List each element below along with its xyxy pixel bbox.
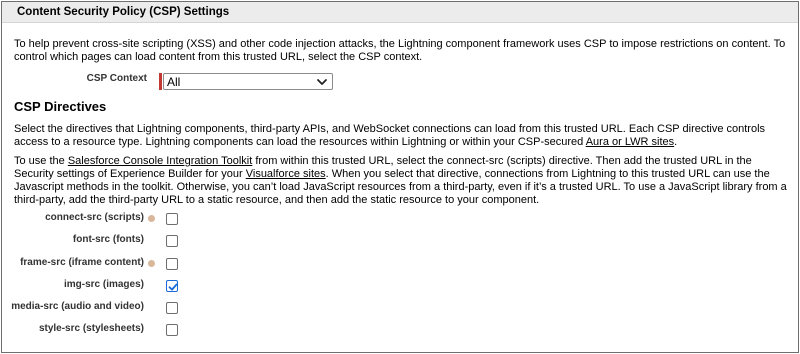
directive-label: frame-src (iframe content) (20, 257, 144, 268)
checkmark-icon (168, 283, 178, 291)
directive-row: connect-src (scripts) (2, 211, 202, 227)
visualforce-sites-link[interactable]: Visualforce sites (246, 168, 326, 180)
chevron-down-icon (317, 79, 327, 85)
directive-row: img-src (images) (2, 278, 202, 294)
info-icon[interactable] (148, 215, 155, 222)
directive-label: media-src (audio and video) (11, 301, 144, 312)
para2-text-a: To use the (14, 155, 68, 167)
info-icon[interactable] (148, 260, 155, 267)
directive-label: connect-src (scripts) (45, 212, 144, 223)
section-header: Content Security Policy (CSP) Settings (2, 2, 798, 23)
csp-context-select[interactable]: All (163, 73, 333, 90)
directives-description: Select the directives that Lightning com… (14, 123, 789, 149)
console-toolkit-description: To use the Salesforce Console Integratio… (14, 155, 792, 207)
csp-context-label: CSP Context (86, 73, 147, 84)
directive-row: font-src (fonts) (2, 233, 202, 249)
csp-context-value: All (167, 75, 181, 89)
directive-checkbox[interactable] (166, 302, 178, 314)
directive-row: media-src (audio and video) (2, 300, 202, 316)
directive-checkbox[interactable] (166, 235, 178, 247)
directive-checkbox[interactable] (166, 324, 178, 336)
console-integration-toolkit-link[interactable]: Salesforce Console Integration Toolkit (68, 155, 252, 167)
directive-row: style-src (stylesheets) (2, 322, 202, 338)
required-indicator (159, 73, 162, 90)
directive-row: frame-src (iframe content) (2, 256, 202, 272)
csp-settings-panel: Content Security Policy (CSP) Settings T… (1, 1, 799, 353)
directive-label: font-src (fonts) (72, 234, 144, 245)
csp-directives-heading: CSP Directives (14, 99, 107, 114)
directive-checkbox[interactable] (166, 213, 178, 225)
aura-lwr-sites-link[interactable]: Aura or LWR sites (586, 136, 674, 148)
directive-label: style-src (stylesheets) (38, 323, 144, 334)
directive-checkbox[interactable] (166, 258, 178, 270)
directive-label: img-src (images) (63, 279, 144, 290)
directive-checkbox[interactable] (166, 280, 178, 292)
intro-text: To help prevent cross-site scripting (XS… (14, 38, 786, 63)
para1-text-b: . (674, 136, 678, 148)
